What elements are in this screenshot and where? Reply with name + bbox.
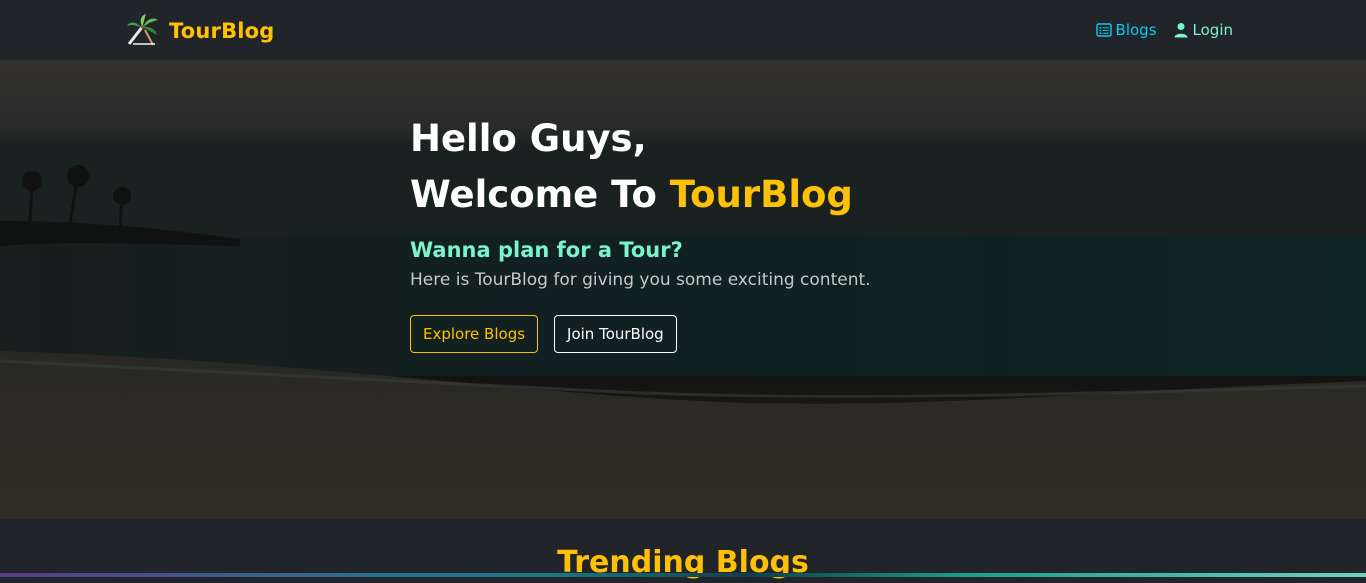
nav-blogs-link[interactable]: Blogs (1095, 21, 1157, 39)
hero-welcome-prefix: Welcome To (410, 173, 657, 216)
hero-greeting: Hello Guys, (410, 117, 647, 160)
trending-cards-preview (0, 573, 1366, 577)
join-tourblog-button[interactable]: Join TourBlog (554, 315, 677, 353)
hero-welcome-brand: TourBlog (669, 173, 853, 216)
top-navbar: TourBlog Blogs Login (0, 0, 1366, 61)
hero-description: Here is TourBlog for giving you some exc… (410, 270, 871, 290)
hero-subheading: Wanna plan for a Tour? (410, 238, 683, 262)
hero-welcome: Welcome To TourBlog (410, 167, 1030, 223)
brand-link[interactable]: TourBlog (125, 14, 275, 48)
nav-blogs-label: Blogs (1115, 21, 1157, 39)
explore-blogs-button[interactable]: Explore Blogs (410, 315, 539, 353)
hero-buttons: Explore Blogs Join TourBlog (410, 315, 1030, 353)
nav-links: Blogs Login (1095, 18, 1233, 42)
hero-content: Hello Guys, Welcome To TourBlog Wanna pl… (410, 111, 1030, 353)
nav-login-label: Login (1192, 21, 1233, 39)
list-icon (1095, 23, 1112, 37)
trending-title: Trending Blogs (557, 545, 809, 580)
nav-login-link[interactable]: Login (1173, 21, 1233, 39)
brand-name: TourBlog (169, 19, 275, 43)
hero-section: Hello Guys, Welcome To TourBlog Wanna pl… (0, 61, 1366, 519)
trending-section: Trending Blogs (0, 519, 1366, 580)
palm-tree-logo-icon (127, 14, 158, 46)
user-icon (1174, 23, 1188, 38)
